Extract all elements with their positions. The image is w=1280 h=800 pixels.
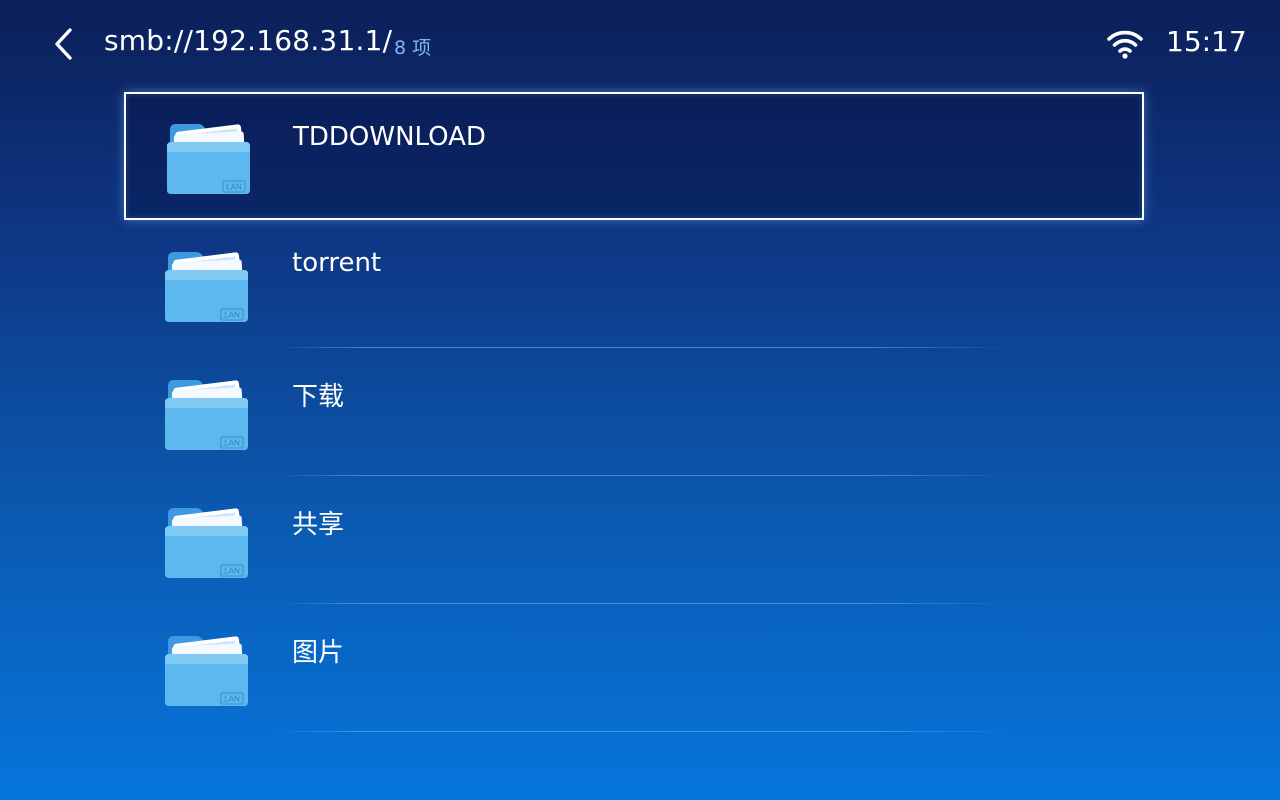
- file-row-2[interactable]: LAN 下载: [124, 348, 1144, 476]
- status-clock: 15:17: [1166, 25, 1247, 58]
- svg-text:LAN: LAN: [224, 311, 240, 320]
- current-path: smb://192.168.31.1/: [104, 24, 393, 57]
- file-row-3[interactable]: LAN 共享: [124, 476, 1144, 604]
- item-count: 8 项: [394, 37, 432, 59]
- file-name: 下载: [292, 382, 345, 412]
- file-row-1[interactable]: LAN torrent: [124, 220, 1144, 348]
- svg-text:LAN: LAN: [224, 439, 240, 448]
- file-name: torrent: [292, 248, 382, 278]
- file-list: LAN TDDOWNLOAD LAN torrent LAN 下载 LAN 共享…: [124, 92, 1144, 732]
- file-name: 共享: [292, 510, 345, 540]
- back-button[interactable]: [44, 22, 84, 66]
- file-name: TDDOWNLOAD: [293, 122, 486, 152]
- lan-folder-icon: LAN: [165, 636, 248, 706]
- row-divider: [274, 731, 1014, 732]
- lan-folder-icon: LAN: [165, 380, 248, 450]
- file-row-0[interactable]: LAN TDDOWNLOAD: [124, 92, 1144, 220]
- lan-folder-icon: LAN: [165, 252, 248, 322]
- lan-folder-icon: LAN: [165, 508, 248, 578]
- lan-folder-icon: LAN: [167, 124, 250, 194]
- svg-text:LAN: LAN: [226, 183, 242, 192]
- top-bar: smb://192.168.31.1/ 8 项 15:17: [0, 0, 1280, 90]
- file-row-4[interactable]: LAN 图片: [124, 604, 1144, 732]
- wifi-icon: [1107, 30, 1143, 59]
- svg-text:LAN: LAN: [224, 567, 240, 576]
- file-name: 图片: [292, 638, 345, 668]
- svg-text:LAN: LAN: [224, 695, 240, 704]
- back-arrow-icon: [55, 28, 72, 60]
